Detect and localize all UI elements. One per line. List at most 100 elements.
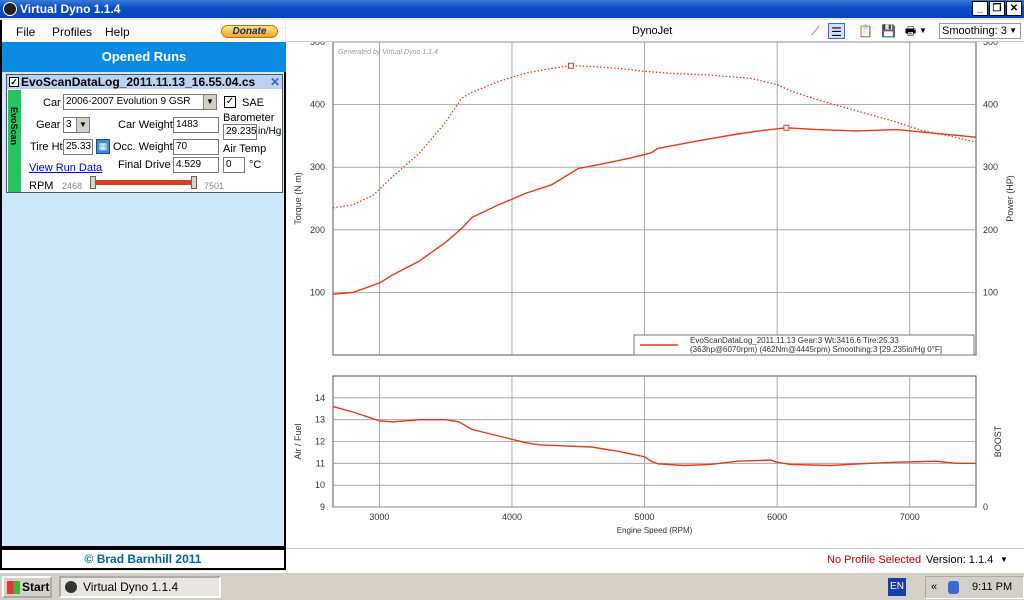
power-series-line	[332, 127, 977, 295]
chart-title: DynoJet	[632, 25, 673, 37]
chevron-down-icon[interactable]: ▼	[918, 23, 928, 39]
windows-logo-icon	[7, 581, 20, 594]
x-tick-label: 5000	[635, 512, 655, 522]
torque-series-line	[332, 65, 977, 209]
minimize-icon[interactable]: _	[972, 1, 988, 16]
gear-value: 3	[66, 119, 72, 130]
print-icon[interactable]: 🖶	[902, 23, 919, 39]
tire-height-input[interactable]: 25.33	[63, 139, 93, 155]
tray-device-icon[interactable]	[948, 581, 959, 594]
afr-tick-label: 10	[315, 480, 325, 490]
source-tab-label: EvoScan	[9, 107, 19, 146]
close-icon[interactable]: ✕	[1006, 1, 1022, 16]
afr-tick-label: 14	[315, 393, 325, 403]
taskbar-app-label: Virtual Dyno 1.1.4	[83, 580, 179, 594]
chevron-down-icon[interactable]: ▼	[76, 118, 89, 132]
run-name: EvoScanDataLog_2011.11.13_16.55.04.cs	[21, 75, 256, 89]
barometer-label: Barometer	[223, 112, 275, 124]
rpm-max: 7501	[204, 181, 225, 191]
language-indicator[interactable]: EN	[888, 578, 906, 596]
rpm-min-handle[interactable]	[90, 176, 96, 189]
status-bar: No Profile Selected Version: 1.1.4 ▼	[286, 548, 1024, 571]
sae-checkbox[interactable]: ✓	[224, 96, 236, 108]
x-axis-label: Engine Speed (RPM)	[617, 526, 693, 535]
clipboard-icon[interactable]: 📋	[857, 23, 874, 39]
peak-marker	[567, 62, 574, 69]
run-title-bar: ✓ EvoScanDataLog_2011.11.13_16.55.04.cs …	[7, 75, 282, 89]
y2-tick-label: 200	[983, 225, 998, 235]
smoothing-select[interactable]: Smoothing: 3 ▼	[939, 23, 1021, 39]
calculator-icon[interactable]: ▦	[96, 139, 110, 154]
chart-watermark: Generated by Virtual Dyno 1.1.4	[338, 49, 438, 56]
car-value: 2006-2007 Evolution 9 GSR	[66, 96, 191, 107]
menu-profiles[interactable]: Profiles	[52, 25, 92, 39]
afr-tick-label: 13	[315, 415, 325, 425]
final-drive-label: Final Drive	[118, 159, 171, 171]
chevron-down-icon[interactable]: ▼	[1000, 555, 1008, 564]
y2-tick-label: 400	[983, 100, 998, 110]
x-tick-label: 4000	[502, 512, 522, 522]
afr-axis-label: Air / Fuel	[293, 423, 303, 459]
smoothing-value: Smoothing: 3	[942, 25, 1007, 37]
legend-line-1: EvoScanDataLog_2011.11.13 Gear:3 Wt:3416…	[690, 336, 899, 345]
close-run-icon[interactable]: ✕	[270, 75, 280, 89]
afr-series-line	[332, 405, 976, 467]
tray-expand-icon[interactable]: «	[931, 577, 937, 598]
taskbar: Start Virtual Dyno 1.1.4 EN « 9:11 PM	[0, 571, 1024, 600]
car-select[interactable]: 2006-2007 Evolution 9 GSR ▼	[63, 94, 217, 110]
barometer-unit: in/Hg	[258, 126, 282, 137]
x-tick-label: 7000	[900, 512, 920, 522]
maximize-icon[interactable]: ❐	[989, 1, 1005, 16]
car-label: Car	[43, 97, 61, 109]
donate-button[interactable]: Donate	[221, 25, 278, 38]
start-label: Start	[22, 580, 50, 594]
menu-help[interactable]: Help	[105, 25, 130, 39]
menu-file[interactable]: File	[16, 25, 35, 39]
save-icon[interactable]: 💾	[880, 23, 897, 39]
app-icon	[65, 581, 77, 593]
window-title: Virtual Dyno 1.1.4	[20, 2, 121, 16]
chevron-down-icon[interactable]: ▼	[1009, 24, 1017, 38]
final-drive-input[interactable]: 4.529	[173, 157, 219, 173]
view-run-data-link[interactable]: View Run Data	[29, 162, 102, 174]
occupant-weight-input[interactable]: 70	[173, 139, 219, 155]
peak-marker	[783, 124, 790, 131]
rpm-min: 2468	[62, 181, 83, 191]
copyright-footer: © Brad Barnhill 2011	[0, 548, 286, 570]
afr-tick-label: 11	[316, 458, 325, 468]
air-temp-input[interactable]: 0	[223, 157, 245, 173]
boost-axis-label: BOOST	[993, 425, 1003, 457]
y2-tick-label: 300	[983, 162, 998, 172]
gear-select[interactable]: 3 ▼	[63, 117, 90, 133]
no-line-icon[interactable]: ⟋	[807, 23, 824, 39]
y2-tick-label: 500	[983, 42, 998, 47]
clock: 9:11 PM	[972, 581, 1013, 593]
boost-tick-label: 0	[983, 502, 988, 512]
y-tick-label: 400	[310, 100, 325, 110]
run-enabled-checkbox[interactable]: ✓	[9, 77, 19, 87]
y-tick-label: 100	[310, 287, 325, 297]
chevron-down-icon[interactable]: ▼	[203, 95, 216, 109]
run-panel: ✓ EvoScanDataLog_2011.11.13_16.55.04.cs …	[6, 74, 283, 193]
start-button[interactable]: Start	[2, 576, 52, 598]
rpm-label: RPM	[29, 180, 54, 192]
torque-axis-label: Torque (N m)	[293, 172, 303, 225]
gear-label: Gear	[36, 119, 61, 131]
air-temp-label: Air Temp	[223, 143, 267, 155]
x-tick-label: 3000	[369, 512, 389, 522]
barometer-input[interactable]: 29.235	[223, 124, 257, 140]
y-tick-label: 200	[310, 225, 325, 235]
opened-runs-pane: Opened Runs ✓ EvoScanDataLog_2011.11.13_…	[0, 42, 286, 548]
version-label[interactable]: Version: 1.1.4	[926, 554, 993, 566]
air-temp-unit: °C	[249, 159, 262, 171]
rpm-max-handle[interactable]	[191, 176, 197, 189]
list-icon[interactable]: ☰	[828, 23, 845, 39]
profile-status: No Profile Selected	[827, 554, 922, 566]
rpm-range-slider[interactable]	[90, 176, 197, 189]
dyno-charts: 3000 4000 5000 6000 700010020030040050010020…	[293, 42, 1015, 535]
power-axis-label: Power (HP)	[1005, 175, 1015, 222]
taskbar-app-button[interactable]: Virtual Dyno 1.1.4	[59, 576, 221, 598]
car-weight-input[interactable]: 1483	[173, 117, 219, 133]
legend-line-2: (363hp@6070rpm) (462Nm@4445rpm) Smoothin…	[690, 345, 942, 354]
car-weight-label: Car Weight	[118, 119, 173, 131]
